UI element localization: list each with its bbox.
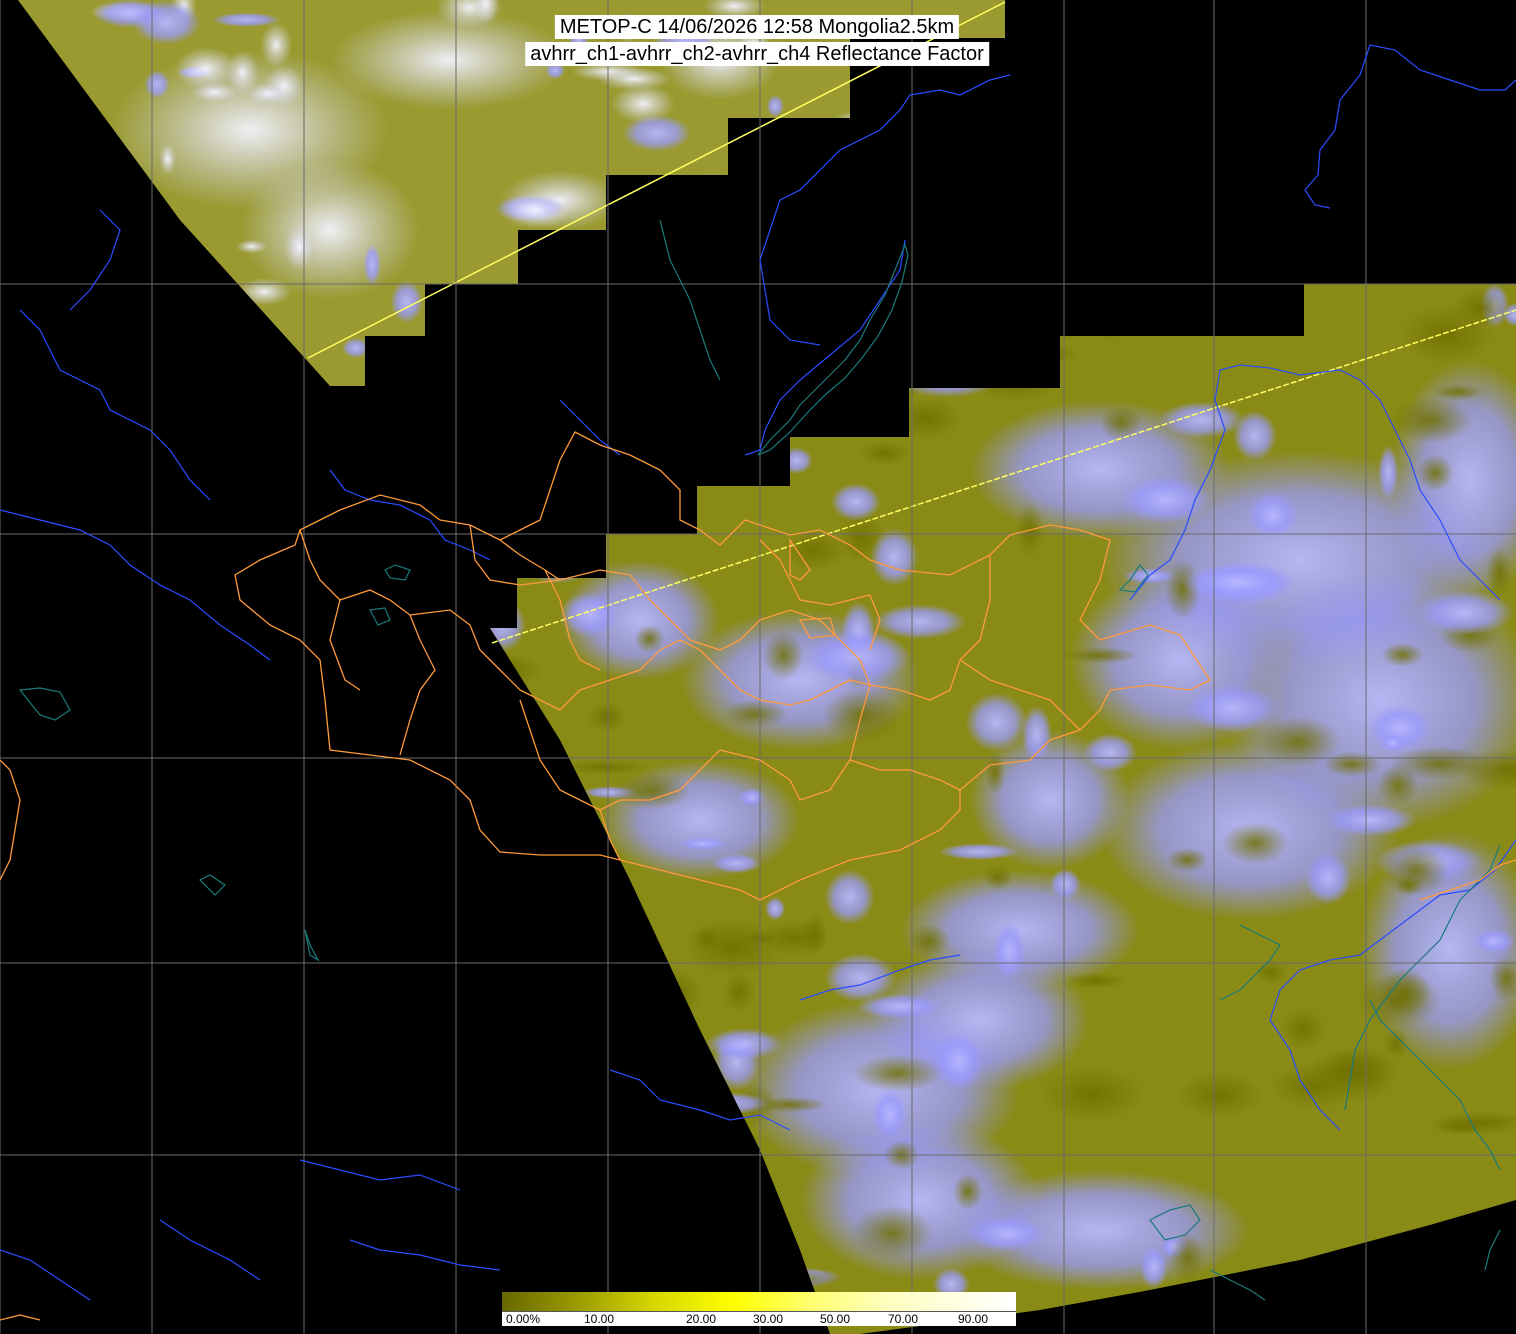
cloud-texture [744,931,778,945]
cloud-texture [1183,684,1282,733]
cloud-texture [284,224,314,270]
cloud-texture [679,836,728,851]
cloud-texture [907,923,951,959]
cloud-texture [1169,1232,1207,1283]
cloud-texture [560,591,620,638]
cloud-texture [870,528,919,587]
cloud-texture [1417,454,1454,492]
cloud-texture [1182,563,1292,600]
cloud-texture [766,94,784,118]
cloud-texture [872,604,966,640]
colorbar-tick-label: 30.00 [753,1312,784,1326]
cloud-texture [691,925,723,953]
cloud-texture [1324,803,1417,837]
colorbar-tick-label: 10.00 [584,1312,615,1326]
cloud-texture [824,953,897,1003]
cloud-texture [1280,1008,1326,1050]
cloud-texture [1381,642,1424,667]
cloud-texture [1158,401,1245,439]
cloud-texture [721,699,788,729]
colorbar-tick-label: 0.00% [506,1312,541,1326]
cloud-texture [1166,847,1208,873]
cloud-texture [1432,383,1485,401]
cloud-texture [1221,821,1289,865]
cloud-texture [1049,868,1081,900]
cloud-texture [824,869,875,925]
cloud-texture [858,440,911,466]
cloud-texture [871,1088,908,1141]
cloud-texture [226,50,259,95]
cloud-texture [952,1173,983,1211]
cloud-texture [765,897,786,921]
colorbar-gradient [502,1292,1016,1312]
satellite-map [0,0,1516,1334]
cloud-texture [260,22,293,68]
map-title-line2: avhrr_ch1-avhrr_ch2-avhrr_ch4 Reflectanc… [525,42,989,66]
cloud-texture [1304,852,1352,905]
cloud-texture [235,239,268,254]
cloud-texture [1378,445,1399,500]
cloud-texture [144,70,170,99]
cloud-texture [610,84,676,124]
cloud-texture [984,750,1006,794]
cloud-texture [586,701,627,733]
cloud-texture [1119,476,1211,524]
cloud-texture [1176,1071,1264,1119]
colorbar-tick-label: 50.00 [820,1312,851,1326]
cloud-texture [1382,845,1449,896]
cloud-texture [1099,404,1143,441]
cloud-texture [992,922,1026,981]
cloud-texture [1063,972,1128,990]
cloud-texture [1355,971,1441,1030]
cloud-texture [1061,647,1139,664]
cloud-texture [983,865,1014,890]
cloud-texture [498,192,571,229]
colorbar-tick-label: 20.00 [686,1312,717,1326]
cloud-texture [763,631,804,680]
cloud-texture [1083,733,1137,773]
cloud-texture [1379,734,1406,752]
cloud-texture [1390,746,1489,781]
cloud-texture [705,1028,783,1061]
map-title-line1: METOP-C 14/06/2026 12:58 Mongolia2.5km [554,15,960,39]
cloud-texture [1254,960,1288,985]
cloud-texture [965,692,1028,752]
cloud-texture [738,788,765,807]
cloud-texture [1246,491,1299,539]
cloud-texture [966,1216,1048,1252]
cloud-texture [711,853,762,874]
cloud-texture [822,688,902,744]
cloud-texture [1139,1245,1168,1290]
cloud-texture [1388,397,1473,444]
cloud-texture [933,1031,984,1091]
cloud-texture [634,624,665,654]
cloud-texture [830,483,881,521]
colorbar-legend: 0.00% 10.00 20.00 30.00 50.00 70.00 90.0… [502,1292,1016,1326]
cloud-texture [851,1205,934,1261]
colorbar-tick-label: 90.00 [958,1312,989,1326]
cloud-texture [363,243,381,286]
cloud-texture [938,843,1020,861]
cloud-texture [132,0,201,45]
cloud-texture [721,972,756,1013]
cloud-texture [1038,1065,1146,1123]
cloud-texture [159,143,176,175]
colorbar-tick-label: 70.00 [888,1312,919,1326]
cloud-texture [1472,929,1516,954]
cloud-texture [852,1054,943,1092]
colorbar-ticks: 0.00% 10.00 20.00 30.00 50.00 70.00 90.0… [502,1312,1016,1326]
